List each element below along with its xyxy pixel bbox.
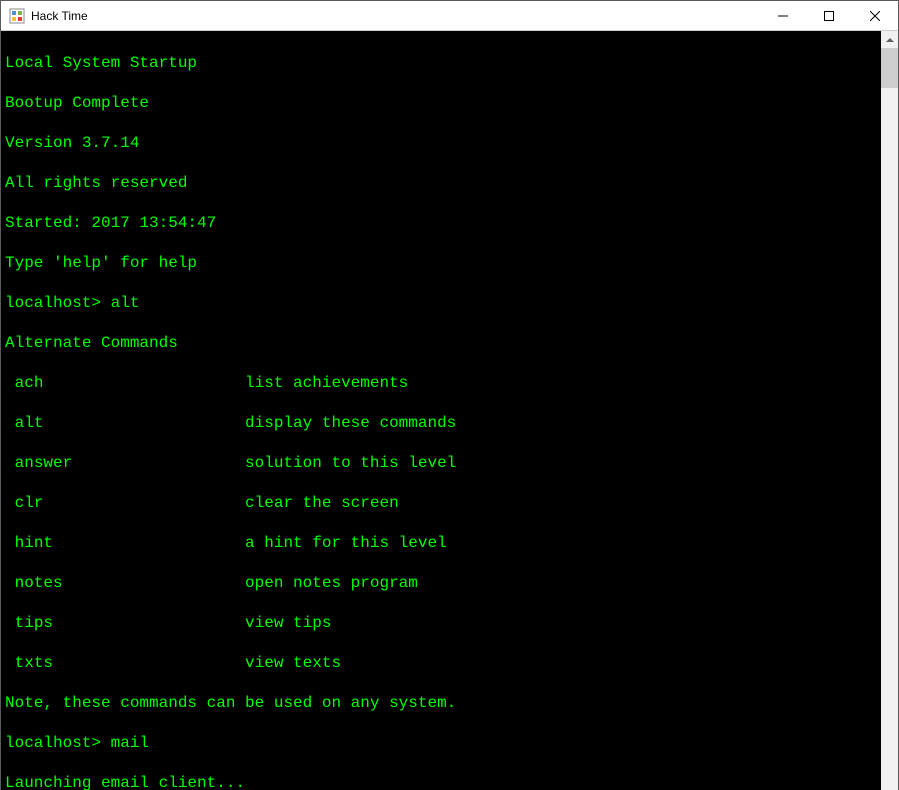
- command-row: notesopen notes program: [5, 573, 877, 593]
- startup-line: Version 3.7.14: [5, 133, 877, 153]
- command-desc: display these commands: [245, 414, 456, 432]
- command-name: ach: [15, 373, 245, 393]
- minimize-button[interactable]: [760, 1, 806, 31]
- output-line: Launching email client...: [5, 773, 877, 790]
- command-row: txtsview texts: [5, 653, 877, 673]
- command-row: answersolution to this level: [5, 453, 877, 473]
- vertical-scrollbar[interactable]: [881, 31, 898, 790]
- command-desc: view tips: [245, 614, 331, 632]
- close-button[interactable]: [852, 1, 898, 31]
- command-name: txts: [15, 653, 245, 673]
- command-row: altdisplay these commands: [5, 413, 877, 433]
- startup-line: Type 'help' for help: [5, 253, 877, 273]
- prompt-input: mail: [111, 734, 149, 752]
- startup-line: Local System Startup: [5, 53, 877, 73]
- startup-line: Bootup Complete: [5, 93, 877, 113]
- command-desc: open notes program: [245, 574, 418, 592]
- prompt-input: alt: [111, 294, 140, 312]
- client-area: Local System Startup Bootup Complete Ver…: [1, 31, 898, 790]
- section-header: Alternate Commands: [5, 333, 877, 353]
- terminal[interactable]: Local System Startup Bootup Complete Ver…: [1, 31, 881, 790]
- prompt-prefix: localhost>: [5, 734, 111, 752]
- command-name: tips: [15, 613, 245, 633]
- command-desc: view texts: [245, 654, 341, 672]
- window-title: Hack Time: [31, 9, 760, 23]
- command-desc: solution to this level: [245, 454, 456, 472]
- command-name: clr: [15, 493, 245, 513]
- command-name: notes: [15, 573, 245, 593]
- startup-line: Started: 2017 13:54:47: [5, 213, 877, 233]
- app-window: Hack Time Local System Startup Bootup Co…: [0, 0, 899, 790]
- prompt-line: localhost> mail: [5, 733, 877, 753]
- command-row: achlist achievements: [5, 373, 877, 393]
- maximize-button[interactable]: [806, 1, 852, 31]
- prompt-prefix: localhost>: [5, 294, 111, 312]
- command-desc: list achievements: [245, 374, 408, 392]
- command-name: alt: [15, 413, 245, 433]
- command-name: answer: [15, 453, 245, 473]
- command-row: clrclear the screen: [5, 493, 877, 513]
- startup-line: All rights reserved: [5, 173, 877, 193]
- command-name: hint: [15, 533, 245, 553]
- scroll-thumb[interactable]: [881, 48, 898, 88]
- app-icon: [9, 8, 25, 24]
- command-desc: a hint for this level: [245, 534, 447, 552]
- scroll-up-arrow-icon[interactable]: [881, 31, 898, 48]
- command-row: tipsview tips: [5, 613, 877, 633]
- command-row: hinta hint for this level: [5, 533, 877, 553]
- titlebar[interactable]: Hack Time: [1, 1, 898, 31]
- note-line: Note, these commands can be used on any …: [5, 693, 877, 713]
- command-desc: clear the screen: [245, 494, 399, 512]
- prompt-line: localhost> alt: [5, 293, 877, 313]
